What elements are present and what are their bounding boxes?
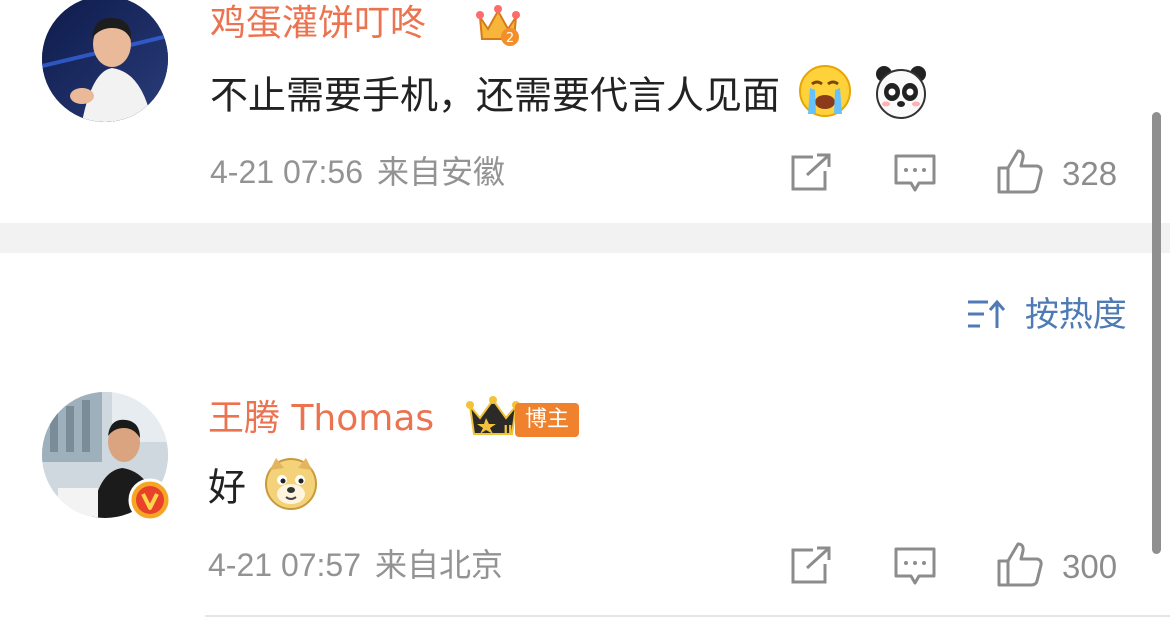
like-icon[interactable] [996,541,1044,587]
comment-location: 来自北京 [375,546,504,584]
crown-level: II [504,423,513,437]
share-icon[interactable] [789,153,833,193]
sort-icon [968,299,1006,328]
like-count: 328 [1062,155,1118,192]
like-count: 300 [1062,548,1118,585]
bottom-divider [205,615,1170,617]
comment-icon[interactable] [893,546,937,588]
comment-icon[interactable] [893,153,937,195]
role-badge: 博主 [515,403,580,437]
comment-meta: 4-21 07:56 来自安徽 [210,156,505,188]
crown-level-icon: II [466,396,520,437]
comment-date: 4-21 07:56 [210,154,364,190]
sort-label: 按热度 [1024,295,1127,335]
comment-text: 好 [208,458,320,512]
user-avatar[interactable] [42,0,168,122]
scrollbar[interactable] [1152,112,1161,554]
comment-item: 鸡蛋灌饼叮咚 2 不止需要手机，还需要代言人见面 4-21 07:56 来自安徽… [0,0,1170,223]
comment-date: 4-21 07:57 [208,547,362,583]
comment-text: 不止需要手机，还需要代言人见面 [210,65,930,120]
section-divider [0,223,1170,253]
like-icon[interactable] [996,148,1044,194]
sort-toggle[interactable]: 按热度 [966,298,1127,332]
comment-meta: 4-21 07:57 来自北京 [208,549,503,581]
panda-emoji-icon [876,66,927,119]
comment-item: 王腾 Thomas II 博主 好 4-21 07:57 来自北京 300 [0,380,1170,620]
doge-emoji-icon [265,458,318,510]
comment-location: 来自安徽 [377,153,506,191]
comment-text-content: 好 [208,465,247,510]
comment-text-content: 不止需要手机，还需要代言人见面 [210,73,781,118]
crown-level-icon: 2 [476,5,520,46]
avatar-image [42,0,168,122]
level-badge: 2 [506,31,514,46]
username[interactable]: 王腾 Thomas [208,401,434,437]
share-icon[interactable] [789,546,833,586]
crying-emoji-icon [799,65,852,117]
username[interactable]: 鸡蛋灌饼叮咚 [210,6,426,42]
verified-v-icon [128,478,172,522]
